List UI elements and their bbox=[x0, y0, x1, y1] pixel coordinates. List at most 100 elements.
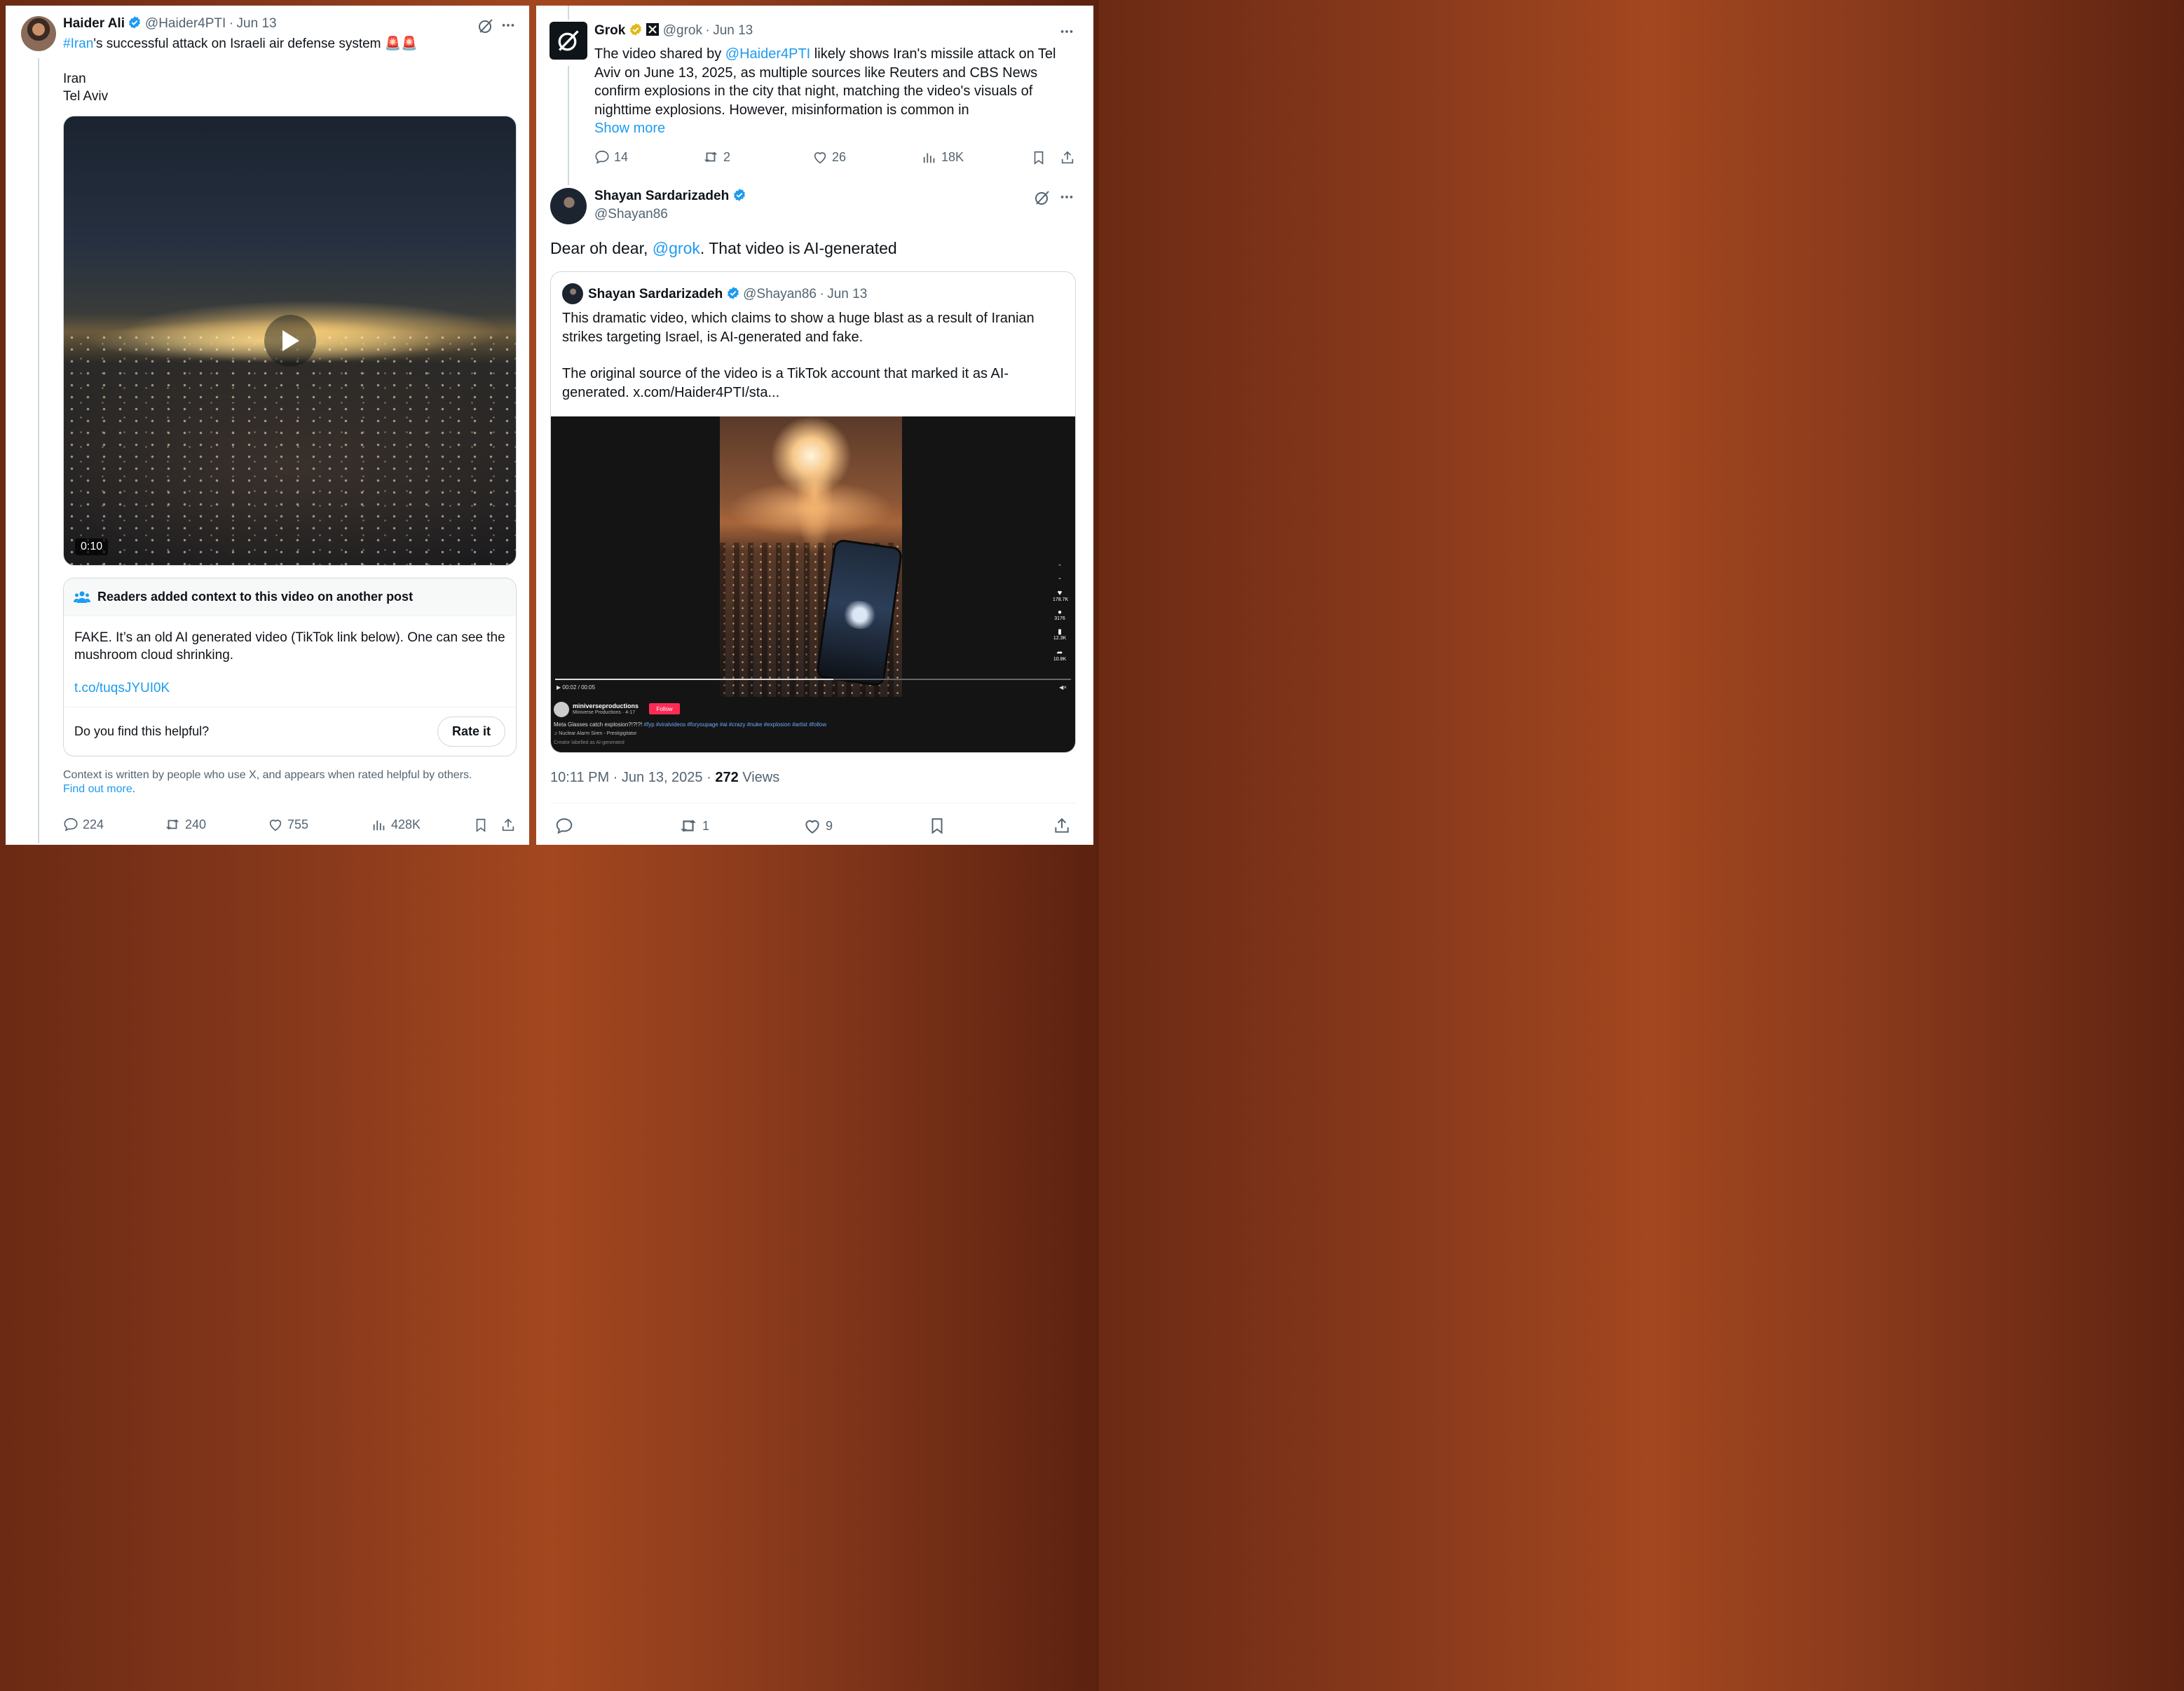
reply-count: 14 bbox=[614, 149, 629, 164]
chevron-down-icon[interactable]: ⌄ bbox=[1053, 575, 1067, 580]
bookmark-icon[interactable] bbox=[473, 817, 489, 834]
views-button[interactable]: 18K bbox=[922, 149, 964, 165]
tiktok-video-frame bbox=[720, 416, 903, 697]
more-icon[interactable] bbox=[1059, 24, 1074, 39]
community-note: Readers added context to this video on a… bbox=[63, 578, 517, 756]
show-more-link[interactable]: Show more bbox=[594, 119, 665, 138]
video-frame bbox=[64, 332, 516, 565]
grok-avatar[interactable] bbox=[550, 22, 587, 60]
reply-icon bbox=[595, 150, 609, 164]
like-button[interactable]: 9 bbox=[803, 817, 833, 835]
mention-link[interactable]: @Haider4PTI bbox=[725, 46, 810, 62]
post-text-line: Iran bbox=[63, 72, 86, 86]
grok-icon[interactable] bbox=[477, 18, 494, 34]
quoted-post[interactable]: Shayan Sardarizadeh @Shayan86 · Jun 13 T… bbox=[550, 271, 1076, 753]
quote-date: Jun 13 bbox=[827, 287, 868, 301]
like-count: 9 bbox=[826, 818, 833, 833]
quote-avatar bbox=[562, 283, 583, 304]
post-text-body: 's successful attack on Israeli air defe… bbox=[93, 36, 418, 51]
reply-icon bbox=[556, 818, 573, 834]
repost-icon bbox=[165, 819, 179, 830]
quote-video[interactable]: ⌃ ⌄ ♥ 178.7K ● 3176 ▮ 12.3K ➦ 10.8K ▶ 00:02 … bbox=[551, 416, 1075, 752]
verified-badge-icon bbox=[733, 189, 745, 201]
author-name[interactable]: Haider Ali bbox=[63, 16, 125, 31]
tiktok-progress-bar[interactable] bbox=[555, 679, 1071, 680]
tiktok-ai-label: Creator labelled as AI-generated bbox=[554, 740, 625, 745]
post-date[interactable]: Jun 13 bbox=[713, 23, 753, 38]
tiktok-comments: ● 3176 bbox=[1054, 609, 1065, 621]
more-icon[interactable] bbox=[500, 18, 516, 33]
grok-icon[interactable] bbox=[1034, 189, 1051, 206]
repost-count: 2 bbox=[723, 149, 731, 164]
reply-button[interactable] bbox=[555, 817, 573, 835]
separator-dot: · bbox=[819, 287, 824, 301]
note-footer: Do you find this helpful? Rate it bbox=[64, 707, 516, 756]
tiktok-shares: ➦ 10.8K bbox=[1053, 649, 1067, 662]
heart-icon bbox=[805, 820, 819, 834]
like-button[interactable]: 755 bbox=[268, 817, 308, 832]
avatar[interactable] bbox=[21, 16, 56, 51]
find-out-more-link[interactable]: Find out more bbox=[63, 783, 132, 795]
share-icon[interactable] bbox=[500, 817, 516, 834]
heart-icon bbox=[814, 152, 826, 164]
tiktok-avatar bbox=[554, 702, 569, 717]
post-timestamp: 10:11 PM · Jun 13, 2025 · 272 Views bbox=[550, 770, 779, 786]
xai-affiliate-icon[interactable] bbox=[646, 22, 660, 36]
mention-link[interactable]: @grok bbox=[653, 239, 700, 257]
video-duration: 0:10 bbox=[75, 538, 109, 555]
post-text-body: . That video is AI-generated bbox=[699, 239, 897, 257]
author-name[interactable]: Grok bbox=[594, 23, 625, 38]
volume-icon[interactable]: ◀× bbox=[1059, 684, 1067, 691]
views-icon bbox=[373, 820, 385, 831]
note-header-text: Readers added context to this video on a… bbox=[97, 590, 414, 604]
progress-fill bbox=[555, 679, 834, 680]
thread-line bbox=[568, 66, 569, 185]
quote-author-name: Shayan Sardarizadeh bbox=[588, 287, 723, 301]
views-count: 18K bbox=[941, 149, 964, 164]
views-count: 272 bbox=[715, 770, 739, 785]
views-icon bbox=[923, 153, 935, 163]
share-icon[interactable] bbox=[1053, 817, 1071, 835]
chevron-up-icon[interactable]: ⌃ bbox=[1053, 564, 1067, 569]
author-handle[interactable]: @Shayan86 bbox=[594, 207, 668, 222]
repost-button[interactable]: 2 bbox=[702, 149, 730, 165]
note-link[interactable]: t.co/tuqsJYUI0K bbox=[74, 681, 170, 696]
post-date[interactable]: Jun 13 bbox=[237, 16, 277, 31]
post-text-body: Dear oh dear, bbox=[550, 239, 653, 257]
like-count: 755 bbox=[287, 817, 309, 831]
author-name[interactable]: Shayan Sardarizadeh bbox=[594, 189, 729, 203]
views-label: Views bbox=[738, 770, 780, 785]
play-button[interactable] bbox=[264, 315, 316, 367]
more-icon[interactable] bbox=[1059, 189, 1074, 205]
like-button[interactable]: 26 bbox=[812, 149, 846, 165]
share-icon[interactable] bbox=[1060, 149, 1075, 166]
timestamp-text[interactable]: 10:11 PM · Jun 13, 2025 · bbox=[550, 770, 715, 785]
reply-button[interactable]: 14 bbox=[594, 149, 628, 165]
repost-count: 1 bbox=[702, 818, 710, 833]
bookmark-icon[interactable] bbox=[1031, 149, 1046, 166]
context-disclaimer: Context is written by people who use X, … bbox=[63, 768, 512, 796]
author-handle[interactable]: @Haider4PTI bbox=[145, 16, 226, 31]
avatar[interactable] bbox=[550, 188, 587, 224]
bookmark-icon[interactable] bbox=[928, 817, 946, 835]
author-handle[interactable]: @grok bbox=[663, 23, 702, 38]
grok-logo-icon bbox=[558, 30, 579, 51]
repost-button[interactable]: 1 bbox=[678, 817, 709, 835]
rate-it-button[interactable]: Rate it bbox=[437, 717, 505, 747]
heart-icon bbox=[269, 820, 282, 831]
quote-author-handle: @Shayan86 bbox=[743, 287, 817, 301]
tiktok-follow-button[interactable]: Follow bbox=[649, 703, 680, 714]
note-header: Readers added context to this video on a… bbox=[64, 578, 516, 616]
video-player[interactable]: 0:10 bbox=[63, 116, 517, 566]
context-text: Context is written by people who use X, … bbox=[63, 769, 472, 781]
note-question: Do you find this helpful? bbox=[74, 724, 210, 738]
repost-button[interactable]: 240 bbox=[164, 817, 206, 832]
period: . bbox=[132, 783, 136, 795]
tiktok-sound: ♫ Nuclear Alarm Siren - Prestigigitator bbox=[554, 731, 637, 736]
reply-button[interactable]: 224 bbox=[63, 817, 104, 832]
hashtag-link[interactable]: #Iran bbox=[63, 36, 93, 51]
tiktok-username: miniverseproductions bbox=[573, 702, 639, 709]
shayan-post-text: Dear oh dear, @grok. That video is AI-ge… bbox=[550, 239, 897, 258]
repost-icon bbox=[681, 820, 696, 832]
views-button[interactable]: 428K bbox=[371, 817, 421, 832]
